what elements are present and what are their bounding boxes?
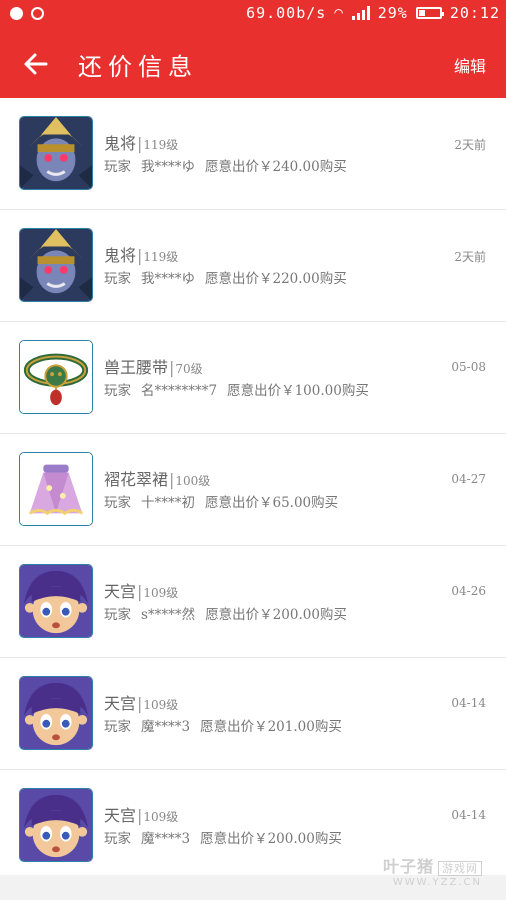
player-label: 玩家: [104, 271, 131, 287]
edit-button[interactable]: 编辑: [454, 53, 486, 77]
clock: 20:12: [449, 4, 500, 22]
item-name: 鬼将: [104, 246, 137, 265]
offer-text: 愿意出价￥200.00购买: [205, 607, 347, 623]
player-label: 玩家: [104, 607, 131, 623]
network-speed: 69.00b/s: [246, 4, 327, 22]
item-level: 109级: [143, 586, 179, 600]
item-title: 鬼将|119级: [104, 134, 179, 153]
offer-time: 05-08: [451, 360, 486, 374]
item-title: 褶花翠裙|100级: [104, 470, 211, 489]
player-label: 玩家: [104, 159, 131, 175]
list-item[interactable]: 鬼将|119级 玩家 我****ゆ 愿意出价￥240.00购买 2天前: [0, 98, 506, 210]
player-label: 玩家: [104, 719, 131, 735]
qq-notification-icon: [10, 7, 23, 20]
messenger-notification-icon: [31, 7, 44, 20]
offer-detail: 玩家 魔****3 愿意出价￥200.00购买: [104, 827, 352, 847]
app-bar: 还价信息 编辑: [0, 30, 506, 98]
offer-time: 04-27: [451, 472, 486, 486]
player-name: s*****然: [141, 607, 196, 623]
offer-time: 04-14: [451, 808, 486, 822]
item-name: 兽王腰带: [104, 358, 169, 377]
status-bar: 69.00b/s ◠ 29% 20:12: [0, 0, 506, 30]
list-item[interactable]: 褶花翠裙|100级 玩家 十****初 愿意出价￥65.00购买 04-27: [0, 434, 506, 546]
item-level: 100级: [175, 474, 211, 488]
offer-detail: 玩家 s*****然 愿意出价￥200.00购买: [104, 603, 357, 623]
list-item[interactable]: 天宫|109级 玩家 s*****然 愿意出价￥200.00购买 04-26: [0, 546, 506, 658]
ghost-general-avatar-icon: [19, 116, 93, 190]
offer-time: 2天前: [454, 138, 486, 152]
item-title: 天宫|109级: [104, 582, 179, 601]
item-level: 109级: [143, 698, 179, 712]
offer-time: 04-14: [451, 696, 486, 710]
ghost-general-avatar-icon: [19, 228, 93, 302]
offer-text: 愿意出价￥220.00购买: [205, 271, 347, 287]
item-level: 70级: [175, 362, 203, 376]
offer-text: 愿意出价￥201.00购买: [200, 719, 342, 735]
item-level: 119级: [143, 250, 179, 264]
item-name: 鬼将: [104, 134, 137, 153]
list-item[interactable]: 天宫|109级 玩家 魔****3 愿意出价￥201.00购买 04-14: [0, 658, 506, 770]
item-title: 鬼将|119级: [104, 246, 179, 265]
player-name: 我****ゆ: [141, 271, 195, 287]
tiangong-avatar-icon: [19, 788, 93, 862]
offer-text: 愿意出价￥200.00购买: [200, 831, 342, 847]
player-name: 魔****3: [141, 719, 191, 735]
offer-detail: 玩家 名********7 愿意出价￥100.00购买: [104, 379, 379, 399]
offer-time: 04-26: [451, 584, 486, 598]
item-level: 119级: [143, 138, 179, 152]
item-title: 天宫|109级: [104, 806, 179, 825]
item-name: 褶花翠裙: [104, 470, 169, 489]
flower-skirt-icon: [19, 452, 93, 526]
offer-detail: 玩家 十****初 愿意出价￥65.00购买: [104, 491, 348, 511]
battery-icon: [415, 7, 444, 19]
watermark: 叶子猪 游戏网 WWW.YZZ.CN: [383, 853, 482, 888]
player-label: 玩家: [104, 831, 131, 847]
list-item[interactable]: 兽王腰带|70级 玩家 名********7 愿意出价￥100.00购买 05-08: [0, 322, 506, 434]
offer-detail: 玩家 魔****3 愿意出价￥201.00购买: [104, 715, 352, 735]
offer-text: 愿意出价￥100.00购买: [227, 383, 369, 399]
signal-icon: [351, 6, 370, 20]
watermark-url: WWW.YZZ.CN: [392, 877, 482, 888]
item-name: 天宫: [104, 582, 137, 601]
watermark-tag: 游戏网: [438, 861, 482, 876]
player-label: 玩家: [104, 383, 131, 399]
offer-text: 愿意出价￥240.00购买: [205, 159, 347, 175]
offer-detail: 玩家 我****ゆ 愿意出价￥220.00购买: [104, 267, 357, 287]
list-item[interactable]: 鬼将|119级 玩家 我****ゆ 愿意出价￥220.00购买 2天前: [0, 210, 506, 322]
offer-time: 2天前: [454, 250, 486, 264]
battery-percent: 29%: [377, 4, 408, 22]
watermark-brand: 叶子猪: [382, 857, 434, 876]
player-name: 我****ゆ: [141, 159, 195, 175]
player-name: 魔****3: [141, 831, 191, 847]
tiangong-avatar-icon: [19, 676, 93, 750]
wifi-icon: ◠: [334, 5, 344, 21]
player-name: 名********7: [141, 383, 218, 399]
beast-king-belt-icon: [19, 340, 93, 414]
offer-text: 愿意出价￥65.00购买: [205, 495, 339, 511]
page-title: 还价信息: [78, 53, 198, 81]
back-arrow-icon[interactable]: [22, 50, 50, 78]
player-name: 十****初: [141, 495, 195, 511]
item-title: 兽王腰带|70级: [104, 358, 203, 377]
offer-detail: 玩家 我****ゆ 愿意出价￥240.00购买: [104, 155, 357, 175]
player-label: 玩家: [104, 495, 131, 511]
item-title: 天宫|109级: [104, 694, 179, 713]
offer-list: 鬼将|119级 玩家 我****ゆ 愿意出价￥240.00购买 2天前 鬼将|119…: [0, 98, 506, 882]
item-name: 天宫: [104, 806, 137, 825]
tiangong-avatar-icon: [19, 564, 93, 638]
item-name: 天宫: [104, 694, 137, 713]
item-level: 109级: [143, 810, 179, 824]
